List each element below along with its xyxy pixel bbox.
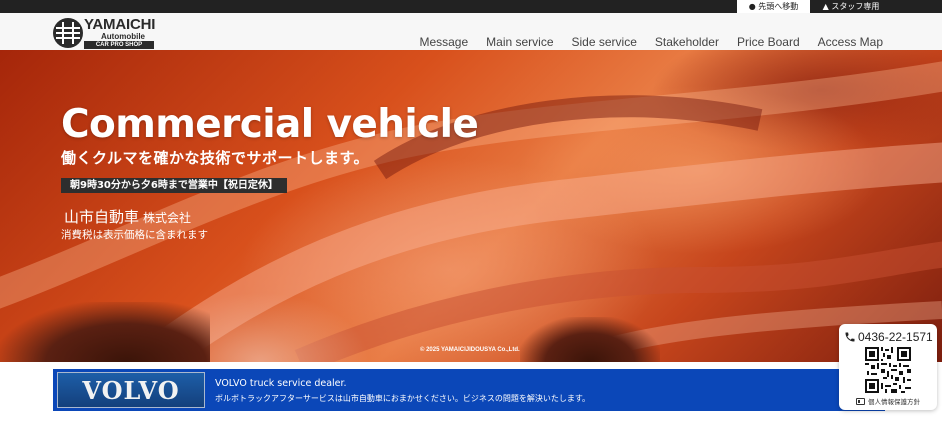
banner-description: ボルボトラックアフターサービスは山市自動車におまかせください。ビジネスの問題を解… <box>215 394 591 403</box>
to-top-link[interactable]: ● 先頭へ移動 <box>737 0 810 13</box>
copyright: © 2025 YAMAICIJIDOUSYA Co.,Ltd. <box>420 347 520 353</box>
nav-side-service[interactable]: Side service <box>572 35 637 49</box>
company-name-main: 山市自動車 <box>64 208 140 226</box>
staff-only-link[interactable]: ▲ スタッフ専用 <box>810 0 892 13</box>
logo-name: YAMAICHI <box>84 16 156 33</box>
privacy-policy-link[interactable]: 個人情報保護方針 <box>856 396 920 406</box>
nav-stakeholder[interactable]: Stakeholder <box>655 35 719 49</box>
phone-icon <box>845 332 855 342</box>
phone-number: 0436-22-1571 <box>858 330 933 344</box>
logo-sub: Automobile <box>101 32 145 41</box>
main-nav: Message Main service Side service Stakeh… <box>419 35 883 49</box>
logo-shop-label: CAR PRO SHOP <box>84 41 154 49</box>
qr-code-icon[interactable] <box>865 347 911 393</box>
hero-section: Commercial vehicle 働くクルマを確かな技術でサポートします。 … <box>0 50 942 362</box>
company-suffix: 株式会社 <box>143 211 192 225</box>
site-logo[interactable]: YAMAICHI Automobile CAR PRO SHOP <box>53 16 158 49</box>
volvo-banner[interactable]: VOLVO VOLVO truck service dealer. ボルボトラッ… <box>53 369 885 411</box>
volvo-logo: VOLVO <box>57 372 205 408</box>
banner-title: VOLVO truck service dealer. <box>215 378 347 389</box>
phone-link[interactable]: 0436-22-1571 <box>844 330 933 344</box>
top-bar: ● 先頭へ移動 ▲ スタッフ専用 <box>0 0 942 13</box>
contact-widget: 0436-22-1571 個人情報保護方針 <box>839 324 937 410</box>
nav-message[interactable]: Message <box>419 35 468 49</box>
hero-subtitle: 働くクルマを確かな技術でサポートします。 <box>61 149 370 167</box>
company-name: 山市自動車 株式会社 <box>64 206 191 227</box>
privacy-policy-label: 個人情報保護方針 <box>868 398 920 406</box>
id-card-icon <box>856 397 865 405</box>
site-header: YAMAICHI Automobile CAR PRO SHOP Message… <box>0 13 942 50</box>
tax-note: 消費税は表示価格に含まれます <box>61 229 208 241</box>
business-hours-badge: 朝9時30分から夕6時まで営業中【祝日定休】 <box>61 178 287 193</box>
nav-price-board[interactable]: Price Board <box>737 35 800 49</box>
logo-emblem-icon <box>53 18 83 48</box>
nav-access-map[interactable]: Access Map <box>818 35 883 49</box>
volvo-logo-text: VOLVO <box>82 375 180 405</box>
nav-main-service[interactable]: Main service <box>486 35 553 49</box>
hero-title: Commercial vehicle <box>61 102 479 147</box>
